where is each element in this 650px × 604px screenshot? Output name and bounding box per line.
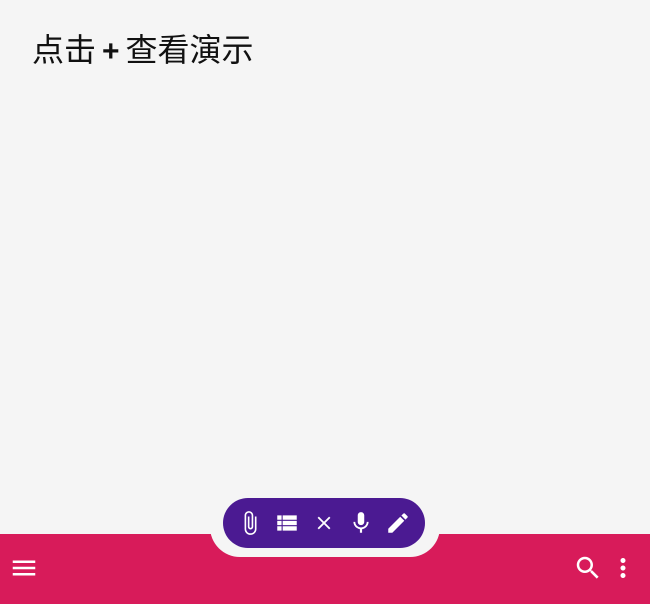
- voice-button[interactable]: [346, 508, 376, 538]
- plus-symbol: +: [102, 35, 120, 68]
- pencil-icon: [388, 513, 408, 533]
- microphone-icon: [353, 512, 369, 533]
- menu-button[interactable]: [8, 552, 40, 584]
- search-button[interactable]: [572, 552, 604, 584]
- fab-action-group: [223, 498, 425, 548]
- paperclip-icon: [244, 511, 257, 535]
- instruction-before: 点击: [32, 31, 97, 69]
- attach-button[interactable]: [235, 508, 265, 538]
- view-list-icon: [277, 515, 297, 531]
- more-vertical-icon: [620, 558, 626, 578]
- app-screen: 点击 + 查看演示: [0, 0, 650, 604]
- close-button[interactable]: [309, 508, 339, 538]
- close-icon: [317, 516, 331, 530]
- instruction-text: 点击 + 查看演示: [32, 28, 254, 74]
- more-options-button[interactable]: [607, 552, 639, 584]
- instruction-after: 查看演示: [125, 31, 254, 69]
- menu-icon: [12, 560, 36, 576]
- search-icon: [576, 556, 599, 579]
- list-button[interactable]: [272, 508, 302, 538]
- edit-button[interactable]: [383, 508, 413, 538]
